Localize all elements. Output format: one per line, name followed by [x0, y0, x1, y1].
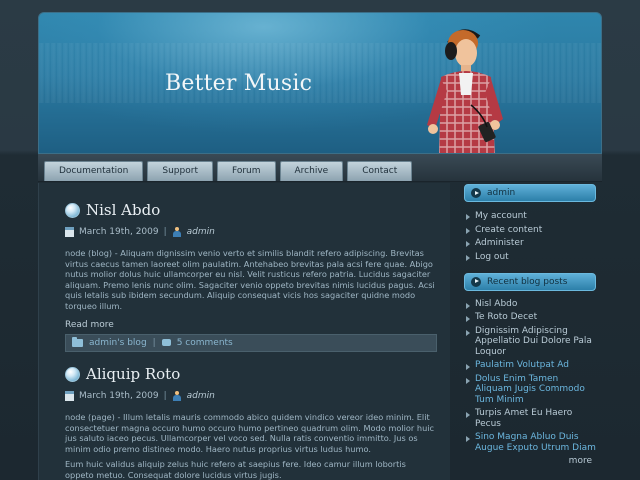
comment-icon	[161, 339, 171, 347]
links-separator: |	[152, 337, 156, 348]
tab-contact[interactable]: Contact	[347, 161, 413, 181]
read-more-link[interactable]: Read more	[65, 320, 437, 330]
recent-post-link[interactable]: Dignissim Adipiscing Appellatio Dui Dolo…	[464, 326, 596, 357]
post-title-row: Nisl Abdo	[65, 201, 437, 219]
recent-post-link[interactable]: Paulatim Volutpat Ad	[464, 360, 596, 371]
menu-item-administer[interactable]: Administer	[464, 237, 596, 251]
recent-posts-list: Nisl Abdo Te Roto Decet Dignissim Adipis…	[464, 299, 596, 453]
play-icon	[471, 188, 481, 198]
post-body-paragraph-2: Eum huic validus aliquip zelus huic refe…	[65, 459, 406, 480]
post-date: March 19th, 2009	[79, 227, 159, 237]
recent-post-link[interactable]: Nisl Abdo	[464, 299, 596, 310]
user-icon	[172, 227, 182, 237]
post-aliquip-roto: Aliquip Roto March 19th, 2009 | admin no…	[65, 365, 437, 480]
post-body: node (blog) - Aliquam dignissim venio ve…	[65, 248, 435, 311]
blog-block-title: Recent blog posts	[487, 276, 568, 287]
post-author[interactable]: admin	[187, 227, 215, 237]
post-nisl-abdo: Nisl Abdo March 19th, 2009 | admin node …	[65, 201, 437, 352]
calendar-icon	[65, 227, 74, 237]
site-header: Better Music	[38, 12, 602, 154]
menu-item-my-account[interactable]: My account	[464, 210, 596, 224]
recent-post-link[interactable]: Sino Magna Abluo Duis Augue Exputo Utrum…	[464, 432, 596, 453]
user-icon	[172, 391, 182, 401]
post-title[interactable]: Aliquip Roto	[86, 365, 180, 383]
post-category-link[interactable]: admin's blog	[89, 338, 147, 348]
folder-icon	[72, 336, 83, 347]
user-block-title: admin	[487, 188, 516, 198]
post-body: node (page) - Illum letalis mauris commo…	[65, 412, 435, 454]
user-block-header: admin	[464, 184, 596, 202]
menu-item-create-content[interactable]: Create content	[464, 224, 596, 238]
menu-item-log-out[interactable]: Log out	[464, 251, 596, 265]
user-menu: My account Create content Administer Log…	[464, 210, 596, 265]
tab-documentation[interactable]: Documentation	[44, 161, 144, 181]
recent-post-link[interactable]: Te Roto Decet	[464, 312, 596, 323]
post-title-row: Aliquip Roto	[65, 365, 437, 383]
recent-post-link[interactable]: Turpis Amet Eu Haero Pecus	[464, 408, 596, 429]
sidebar: admin My account Create content Administ…	[464, 184, 596, 466]
post-author[interactable]: admin	[187, 391, 215, 401]
meta-separator: |	[163, 391, 167, 401]
play-icon	[471, 276, 481, 287]
main-navigation: Documentation Support Forum Archive Cont…	[38, 154, 602, 182]
post-date: March 19th, 2009	[79, 391, 159, 401]
tab-forum[interactable]: Forum	[216, 161, 276, 181]
more-link[interactable]: more	[464, 456, 596, 466]
post-bullet-icon	[65, 366, 80, 382]
header-person-image	[427, 29, 503, 153]
calendar-icon	[65, 391, 74, 401]
recent-post-link[interactable]: Dolus Enim Tamen Aliquam Jugis Commodo T…	[464, 374, 596, 405]
blog-block-header: Recent blog posts	[464, 272, 596, 291]
tab-support[interactable]: Support	[147, 161, 213, 181]
nav-tabs: Documentation Support Forum Archive Cont…	[44, 161, 413, 181]
main-content: Nisl Abdo March 19th, 2009 | admin node …	[38, 183, 450, 480]
post-title[interactable]: Nisl Abdo	[86, 201, 160, 219]
post-bullet-icon	[65, 202, 80, 218]
post-meta: March 19th, 2009 | admin	[65, 391, 437, 401]
site-title[interactable]: Better Music	[165, 71, 312, 96]
page-wrapper: Better Music Documentation Support Forum…	[38, 12, 602, 480]
post-comments-link[interactable]: 5 comments	[177, 338, 233, 348]
tab-archive[interactable]: Archive	[279, 161, 344, 181]
meta-separator: |	[163, 227, 167, 237]
post-links-bar: admin's blog | 5 comments	[65, 333, 437, 352]
post-meta: March 19th, 2009 | admin	[65, 227, 437, 237]
